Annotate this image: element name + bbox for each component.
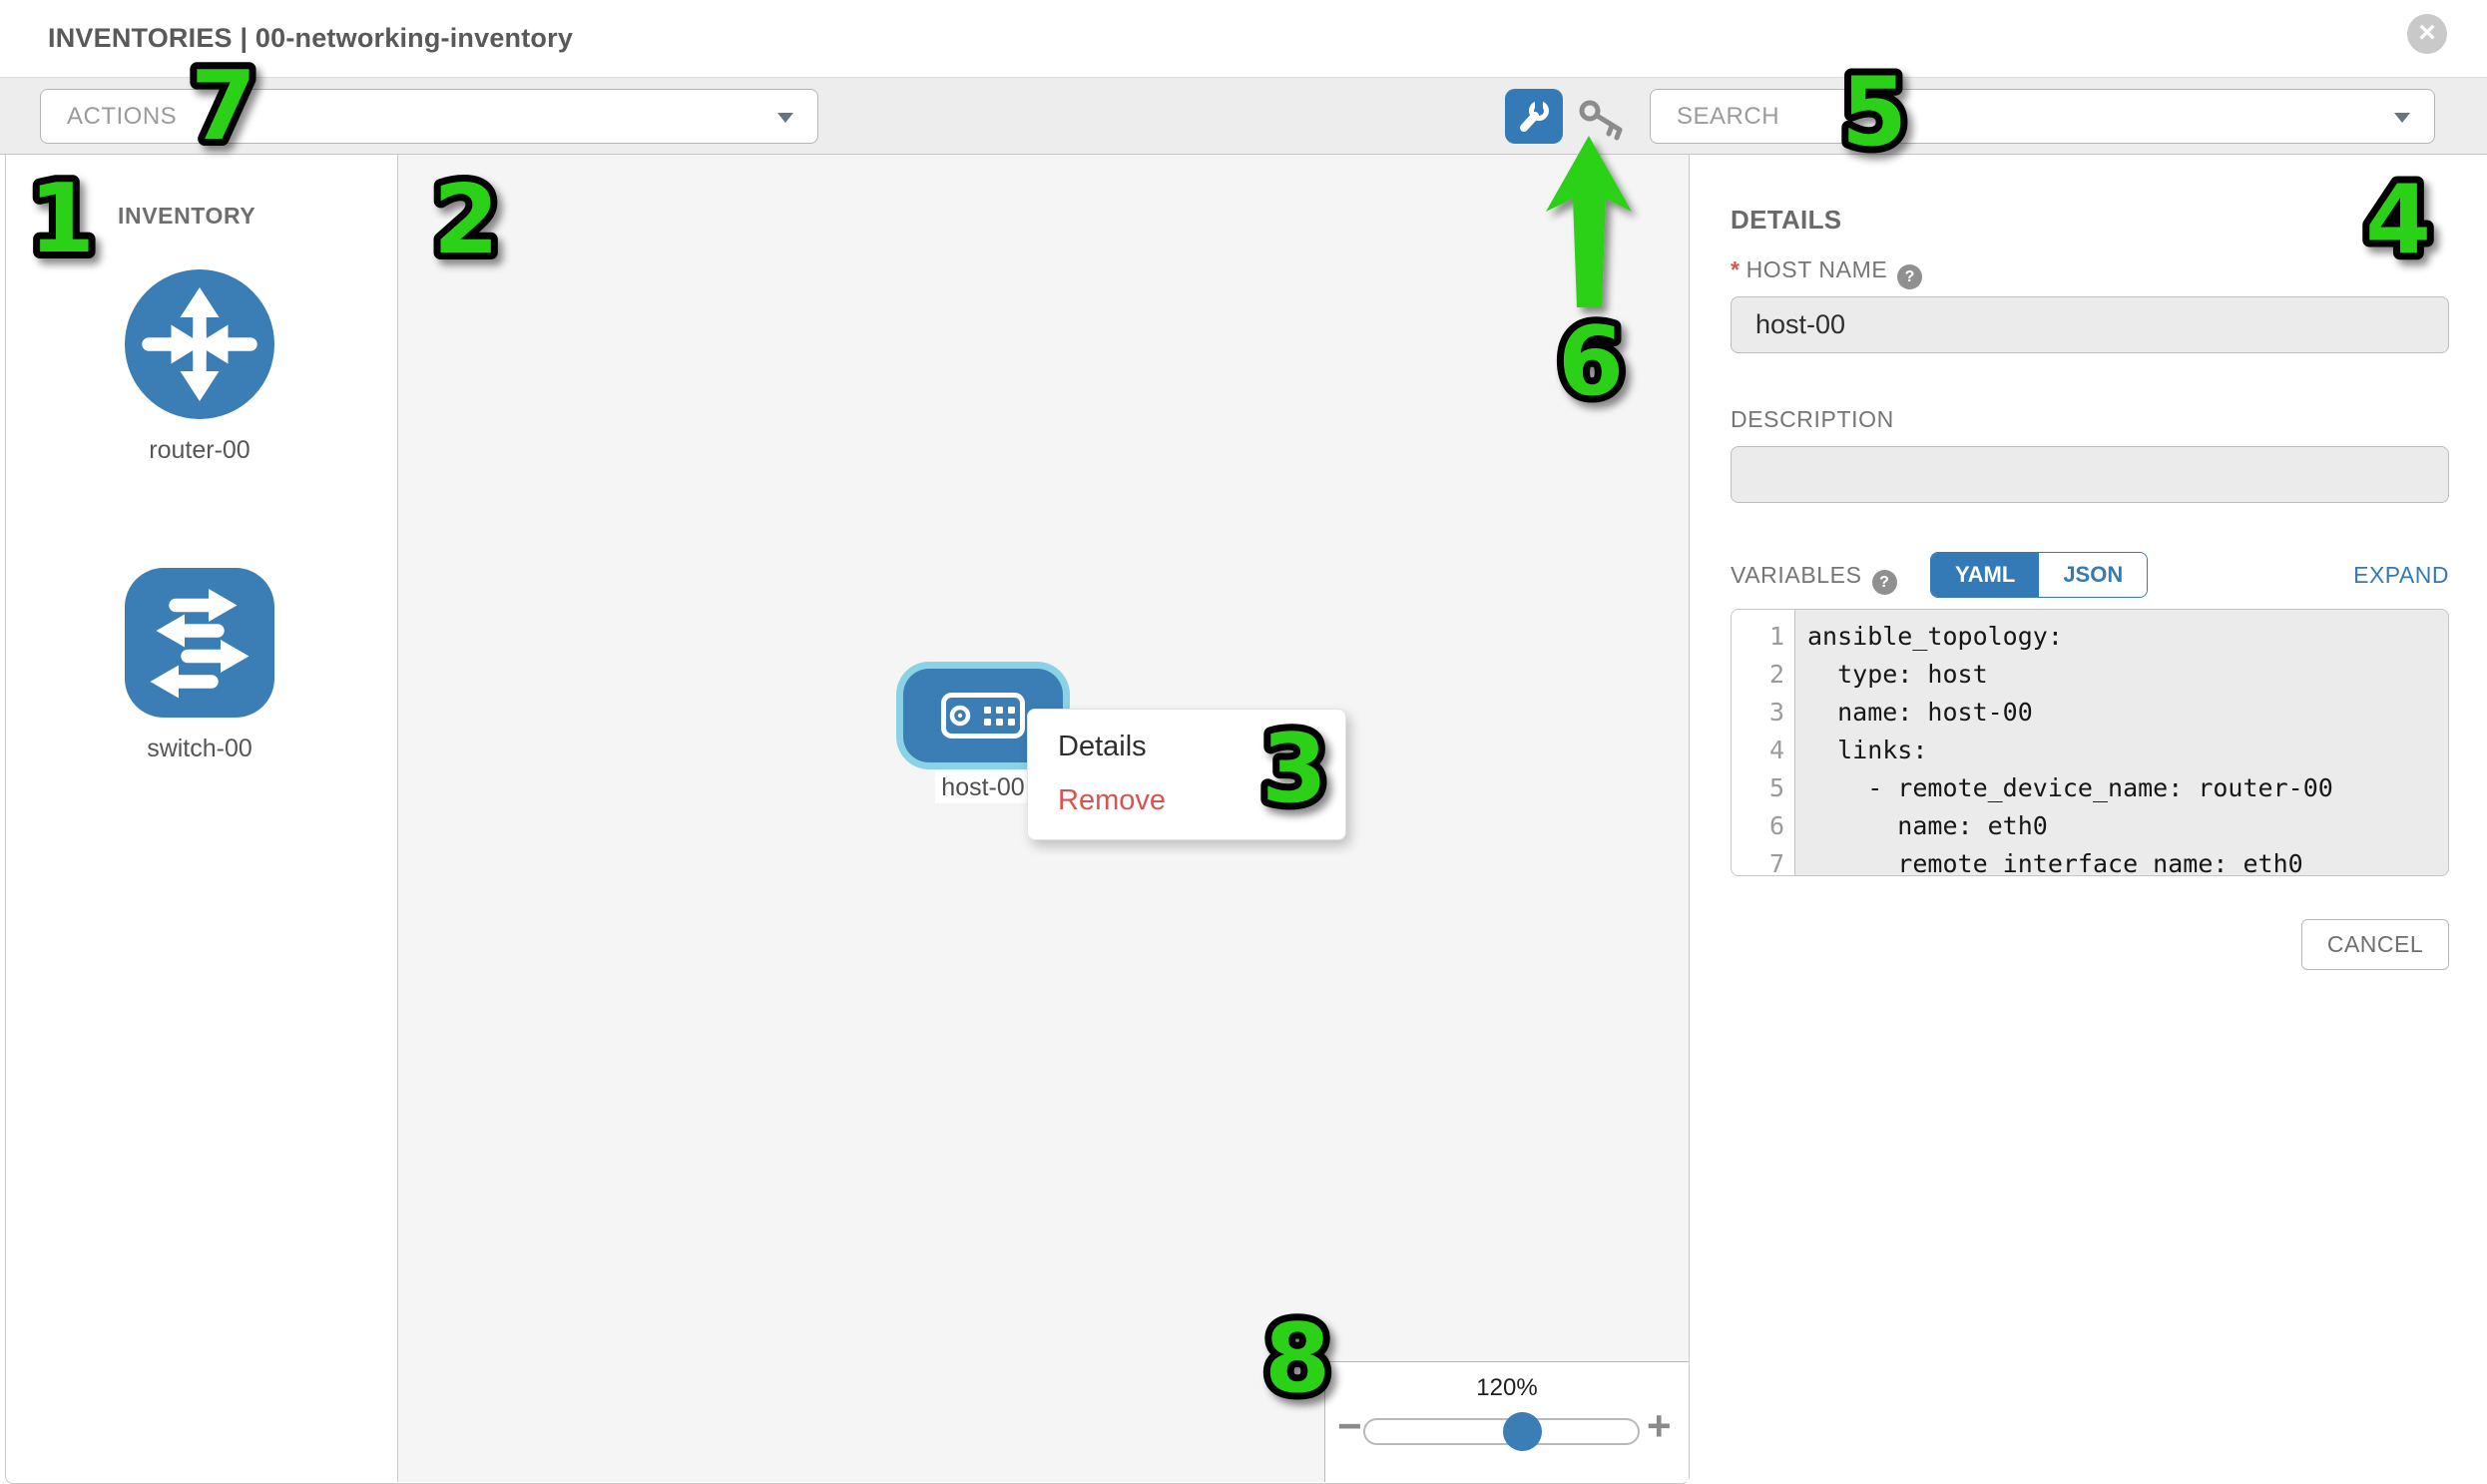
- zoom-level-label: 120%: [1325, 1374, 1689, 1402]
- details-panel: DETAILS *HOST NAME? host-00 DESCRIPTION …: [1691, 155, 2487, 1484]
- router-icon: [125, 269, 274, 419]
- toolbar: ACTIONS SEARCH: [0, 77, 2487, 155]
- context-menu-item-details[interactable]: Details: [1028, 720, 1345, 773]
- key-icon: [1577, 98, 1629, 142]
- variables-code-editor[interactable]: 1 2 3 4 5 6 7 ansible_topology: type: ho…: [1731, 609, 2449, 876]
- chevron-down-icon: [777, 113, 793, 123]
- search-dropdown[interactable]: SEARCH: [1650, 89, 2435, 144]
- help-icon[interactable]: ?: [1897, 264, 1922, 289]
- tab-yaml[interactable]: YAML: [1931, 553, 2039, 597]
- help-icon[interactable]: ?: [1872, 570, 1897, 595]
- actions-dropdown[interactable]: ACTIONS: [40, 89, 818, 144]
- topology-canvas[interactable]: host-00 Details Remove 120% − +: [397, 155, 1689, 1482]
- sidebar-item-label: router-00: [125, 436, 274, 465]
- wrench-icon: [1518, 101, 1550, 133]
- main-panel: INVENTORY router-00: [5, 155, 1690, 1484]
- toolkit-button[interactable]: [1505, 89, 1563, 144]
- code-line: remote_interface_name: eth0: [1807, 845, 2448, 876]
- variables-row: VARIABLES? YAML JSON EXPAND: [1731, 552, 2449, 598]
- page-title: INVENTORIES | 00-networking-inventory: [48, 0, 573, 77]
- code-line: name: host-00: [1807, 694, 2448, 732]
- search-dropdown-placeholder: SEARCH: [1677, 90, 1779, 143]
- header: INVENTORIES | 00-networking-inventory ×: [0, 0, 2487, 77]
- host-icon: [941, 693, 1025, 739]
- format-toggle: YAML JSON: [1930, 552, 2148, 598]
- zoom-slider-thumb[interactable]: [1503, 1412, 1542, 1451]
- variables-label: VARIABLES: [1731, 562, 1862, 588]
- sidebar-item-router-00[interactable]: router-00: [125, 269, 274, 465]
- expand-link[interactable]: EXPAND: [2353, 552, 2449, 598]
- inventory-section-title: INVENTORY: [118, 203, 255, 230]
- zoom-in-button[interactable]: +: [1647, 1402, 1672, 1450]
- zoom-control: 120% − +: [1324, 1361, 1689, 1482]
- required-marker: *: [1731, 256, 1741, 282]
- code-content: ansible_topology: type: host name: host-…: [1795, 610, 2448, 875]
- switch-icon: [125, 568, 274, 718]
- code-line: - remote_device_name: router-00: [1807, 769, 2448, 807]
- node-context-menu: Details Remove: [1027, 709, 1346, 840]
- host-name-label: *HOST NAME?: [1731, 256, 1922, 289]
- chevron-down-icon: [2394, 113, 2410, 123]
- details-panel-title: DETAILS: [1731, 205, 1841, 236]
- code-line: type: host: [1807, 656, 2448, 694]
- zoom-out-button[interactable]: −: [1337, 1402, 1362, 1450]
- app-root: INVENTORIES | 00-networking-inventory × …: [0, 0, 2487, 1484]
- key-button[interactable]: [1577, 98, 1629, 142]
- description-label: DESCRIPTION: [1731, 406, 1894, 433]
- zoom-slider-track[interactable]: [1363, 1418, 1640, 1445]
- cancel-button[interactable]: CANCEL: [2301, 919, 2449, 970]
- close-icon[interactable]: ×: [2407, 14, 2447, 54]
- code-line: ansible_topology:: [1807, 618, 2448, 656]
- tab-json[interactable]: JSON: [2039, 553, 2147, 597]
- description-input[interactable]: [1731, 446, 2449, 503]
- actions-dropdown-placeholder: ACTIONS: [67, 90, 177, 143]
- sidebar-item-label: switch-00: [125, 735, 274, 763]
- code-gutter: 1 2 3 4 5 6 7: [1732, 610, 1795, 875]
- code-line: name: eth0: [1807, 807, 2448, 845]
- code-line: links:: [1807, 732, 2448, 769]
- sidebar-item-switch-00[interactable]: switch-00: [125, 568, 274, 763]
- context-menu-item-remove[interactable]: Remove: [1028, 773, 1345, 827]
- host-name-input[interactable]: host-00: [1731, 296, 2449, 353]
